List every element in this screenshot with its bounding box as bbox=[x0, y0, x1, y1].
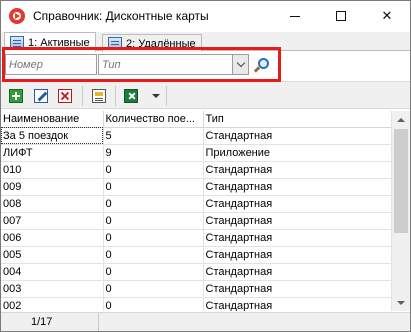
cell-type[interactable]: Стандартная bbox=[203, 297, 391, 311]
cell-type[interactable]: Приложение bbox=[203, 144, 391, 162]
toolbar-separator bbox=[115, 86, 116, 106]
tab-bar: 1: Активные 2: Удалённые bbox=[1, 32, 410, 52]
number-filter-input[interactable] bbox=[5, 54, 97, 75]
add-button[interactable] bbox=[7, 87, 25, 105]
cell-type[interactable]: Стандартная bbox=[203, 263, 391, 281]
window-title: Справочник: Дисконтные карты bbox=[33, 9, 209, 23]
cell-count[interactable]: 9 bbox=[103, 144, 204, 162]
cell-count[interactable]: 0 bbox=[103, 195, 204, 213]
tab-label: 1: Активные bbox=[28, 36, 90, 49]
table-row[interactable]: 008 0 Стандартная bbox=[1, 195, 391, 213]
cell-type[interactable]: Стандартная bbox=[203, 229, 391, 247]
toolbar-separator bbox=[82, 86, 83, 106]
table-row[interactable]: 009 0 Стандартная bbox=[1, 178, 391, 196]
type-filter-select[interactable] bbox=[98, 54, 233, 75]
scroll-thumb[interactable] bbox=[394, 129, 408, 233]
cell-name[interactable]: 002 bbox=[1, 297, 104, 311]
column-header-name[interactable]: Наименование bbox=[1, 111, 104, 128]
record-position-cell: 1/17 bbox=[1, 313, 99, 331]
close-icon: ✕ bbox=[381, 8, 393, 24]
cell-name[interactable]: 007 bbox=[1, 212, 104, 230]
table-row[interactable]: 003 0 Стандартная bbox=[1, 280, 391, 298]
excel-export-icon bbox=[124, 89, 138, 103]
add-icon bbox=[9, 89, 23, 103]
properties-button[interactable] bbox=[90, 87, 108, 105]
scroll-down-button[interactable] bbox=[392, 294, 410, 311]
search-button[interactable] bbox=[252, 54, 272, 75]
cell-name[interactable]: 010 bbox=[1, 161, 104, 179]
cell-type[interactable]: Стандартная bbox=[203, 178, 391, 196]
calendar-icon bbox=[10, 36, 24, 49]
calendar-icon bbox=[108, 37, 122, 50]
cell-name[interactable]: 005 bbox=[1, 246, 104, 264]
maximize-icon bbox=[336, 11, 346, 21]
arrow-down-icon bbox=[397, 300, 405, 305]
close-button[interactable]: ✕ bbox=[364, 1, 410, 31]
window-controls: ✕ bbox=[272, 1, 410, 31]
cell-type[interactable]: Стандартная bbox=[203, 280, 391, 298]
cell-type[interactable]: Стандартная bbox=[203, 212, 391, 230]
table-row[interactable]: 005 0 Стандартная bbox=[1, 246, 391, 264]
cell-count[interactable]: 0 bbox=[103, 280, 204, 298]
cell-count[interactable]: 0 bbox=[103, 297, 204, 311]
export-dropdown-button[interactable] bbox=[147, 87, 165, 105]
cell-type[interactable]: Стандартная bbox=[203, 195, 391, 213]
cell-count[interactable]: 0 bbox=[103, 229, 204, 247]
cell-name[interactable]: 006 bbox=[1, 229, 104, 247]
cell-name[interactable]: 008 bbox=[1, 195, 104, 213]
cell-count[interactable]: 0 bbox=[103, 263, 204, 281]
column-header-count[interactable]: Количество пое... bbox=[103, 111, 204, 128]
status-bar: 1/17 bbox=[1, 312, 410, 331]
tab-label: 2: Удалённые bbox=[126, 37, 196, 50]
cell-type[interactable]: Стандартная bbox=[203, 246, 391, 264]
cell-name[interactable]: 003 bbox=[1, 280, 104, 298]
table-row[interactable]: 007 0 Стандартная bbox=[1, 212, 391, 230]
cell-name[interactable]: ЛИФТ bbox=[1, 144, 104, 162]
cell-count[interactable]: 0 bbox=[103, 212, 204, 230]
cell-type[interactable]: Стандартная bbox=[203, 161, 391, 179]
toolbar bbox=[1, 81, 410, 109]
cell-name[interactable]: 004 bbox=[1, 263, 104, 281]
type-dropdown-button[interactable] bbox=[232, 54, 249, 75]
record-position: 1/17 bbox=[31, 316, 53, 328]
edit-button[interactable] bbox=[32, 87, 50, 105]
column-header-type[interactable]: Тип bbox=[203, 111, 391, 128]
tab-active[interactable]: 1: Активные bbox=[4, 32, 96, 52]
cell-count[interactable]: 0 bbox=[103, 161, 204, 179]
cell-type[interactable]: Стандартная bbox=[203, 127, 391, 145]
cell-count[interactable]: 0 bbox=[103, 246, 204, 264]
cell-count[interactable]: 0 bbox=[103, 178, 204, 196]
chevron-down-icon bbox=[236, 58, 245, 68]
scroll-up-button[interactable] bbox=[392, 111, 410, 128]
minimize-icon bbox=[290, 15, 300, 17]
data-grid[interactable]: Наименование Количество пое... Тип За 5 … bbox=[1, 111, 391, 311]
properties-icon bbox=[92, 89, 106, 103]
dropdown-arrow-icon bbox=[152, 94, 160, 98]
title-bar[interactable]: Справочник: Дисконтные карты ✕ bbox=[1, 1, 410, 31]
table-row[interactable]: ЛИФТ 9 Приложение bbox=[1, 144, 391, 162]
delete-button[interactable] bbox=[56, 87, 74, 105]
vertical-scrollbar[interactable] bbox=[391, 111, 410, 311]
app-logo-icon bbox=[9, 8, 25, 24]
table-row[interactable]: 010 0 Стандартная bbox=[1, 161, 391, 179]
app-window: Справочник: Дисконтные карты ✕ 1: Активн… bbox=[0, 0, 411, 332]
table-row[interactable]: 006 0 Стандартная bbox=[1, 229, 391, 247]
table-row[interactable]: 002 0 Стандартная bbox=[1, 297, 391, 311]
toolbar-separator bbox=[166, 86, 167, 106]
grid-header-row: Наименование Количество пое... Тип bbox=[1, 111, 391, 128]
edit-icon bbox=[34, 89, 48, 103]
cell-name[interactable]: 009 bbox=[1, 178, 104, 196]
table-row[interactable]: За 5 поездок 5 Стандартная bbox=[1, 127, 391, 145]
maximize-button[interactable] bbox=[318, 1, 364, 31]
table-row[interactable]: 004 0 Стандартная bbox=[1, 263, 391, 281]
delete-icon bbox=[58, 89, 72, 103]
arrow-up-icon bbox=[397, 117, 405, 122]
minimize-button[interactable] bbox=[272, 1, 318, 31]
search-icon bbox=[258, 57, 269, 69]
cell-name[interactable]: За 5 поездок bbox=[1, 127, 104, 145]
cell-count[interactable]: 5 bbox=[103, 127, 204, 145]
excel-export-button[interactable] bbox=[122, 87, 140, 105]
tab-deleted[interactable]: 2: Удалённые bbox=[102, 34, 202, 52]
